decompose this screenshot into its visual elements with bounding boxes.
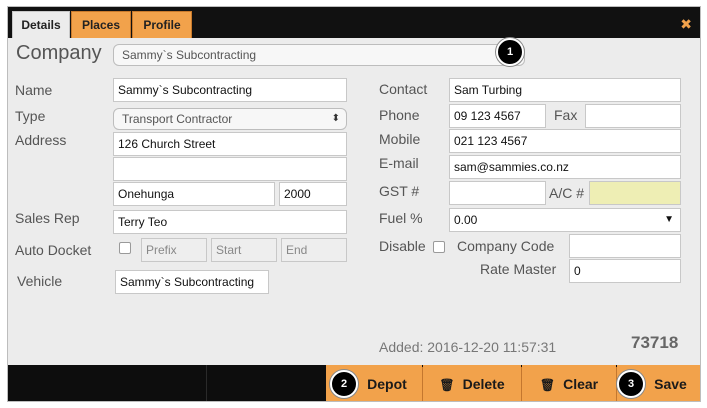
gst-label: GST # [379,183,420,199]
address-label: Address [15,132,67,148]
name-field[interactable]: Sammy`s Subcontracting [113,78,347,102]
tab-details[interactable]: Details [12,11,70,38]
fuel-select-value: 0.00 [454,213,478,227]
callout-badge-3: 3 [617,370,645,398]
callout-badge-1: 1 [496,38,524,66]
sales-rep-field[interactable]: Terry Teo [113,210,347,234]
delete-button-label: Delete [462,376,505,392]
clear-button-label: Clear [563,376,599,392]
trash-icon: 🗑 [439,378,455,392]
docket-prefix-field[interactable]: Prefix [141,238,207,262]
tab-bar: Details Places Profile ✖ [8,7,700,38]
vehicle-field[interactable]: Sammy`s Subcontracting [115,270,269,294]
suburb-field[interactable]: Onehunga [113,182,275,206]
auto-docket-label: Auto Docket [15,242,92,258]
record-id: 73718 [631,333,679,352]
phone-label: Phone [379,107,420,123]
company-select[interactable]: Sammy`s Subcontracting [113,44,525,66]
sales-rep-label: Sales Rep [15,210,80,226]
tab-profile[interactable]: Profile [132,11,192,38]
type-select-value: Transport Contractor [122,112,233,126]
callout-badge-2: 2 [330,370,358,398]
trash-icon: 🗑 [539,378,556,392]
contact-label: Contact [379,81,428,97]
phone-field[interactable]: 09 123 4567 [449,104,546,128]
updown-arrow-icon: ⬍ [331,113,340,124]
company-select-value: Sammy`s Subcontracting [122,48,257,62]
disable-checkbox[interactable] [433,241,445,253]
footer-divider [206,365,207,401]
type-select[interactable]: Transport Contractor ⬍ [113,108,347,130]
ac-label: A/C # [549,185,585,201]
email-field[interactable]: sam@sammies.co.nz [449,155,681,179]
email-label: E-mail [379,155,419,171]
rate-master-field[interactable]: 0 [569,259,681,283]
contact-field[interactable]: Sam Turbing [449,78,681,102]
close-icon[interactable]: ✖ [680,16,692,33]
fuel-select[interactable]: 0.00 ▼ [449,208,681,232]
name-label: Name [15,82,53,98]
fax-field[interactable] [585,104,681,128]
mobile-field[interactable]: 021 123 4567 [449,129,681,153]
save-button-label: Save [654,376,687,392]
address-line2-field[interactable] [113,157,347,181]
docket-start-field[interactable]: Start [211,238,277,262]
postcode-field[interactable]: 2000 [279,182,347,206]
added-timestamp: Added: 2016-12-20 11:57:31 [379,339,557,355]
gst-field[interactable] [449,181,546,205]
mobile-label: Mobile [379,131,421,147]
disable-label: Disable [379,238,426,254]
address-line1-field[interactable]: 126 Church Street [113,132,347,156]
caret-down-icon: ▼ [664,214,674,225]
vehicle-label: Vehicle [17,273,63,289]
docket-end-field[interactable]: End [281,238,347,262]
tab-places[interactable]: Places [71,11,131,38]
company-code-label: Company Code [457,238,555,254]
auto-docket-checkbox[interactable] [119,242,131,254]
ac-field[interactable] [589,181,681,205]
company-code-field[interactable] [569,234,681,258]
footer-bar: Depot 🗑 Delete 🗑 Clear Save 2 3 [8,365,700,401]
fax-label: Fax [554,107,578,123]
depot-button-label: Depot [367,376,407,392]
rate-master-label: Rate Master [480,261,557,277]
type-label: Type [15,108,46,124]
fuel-label: Fuel % [379,210,423,226]
company-label: Company [16,42,102,64]
company-dialog: Details Places Profile ✖ Company Sammy`s… [7,6,701,402]
delete-button[interactable]: 🗑 Delete [423,365,521,401]
clear-button[interactable]: 🗑 Clear [522,365,616,401]
